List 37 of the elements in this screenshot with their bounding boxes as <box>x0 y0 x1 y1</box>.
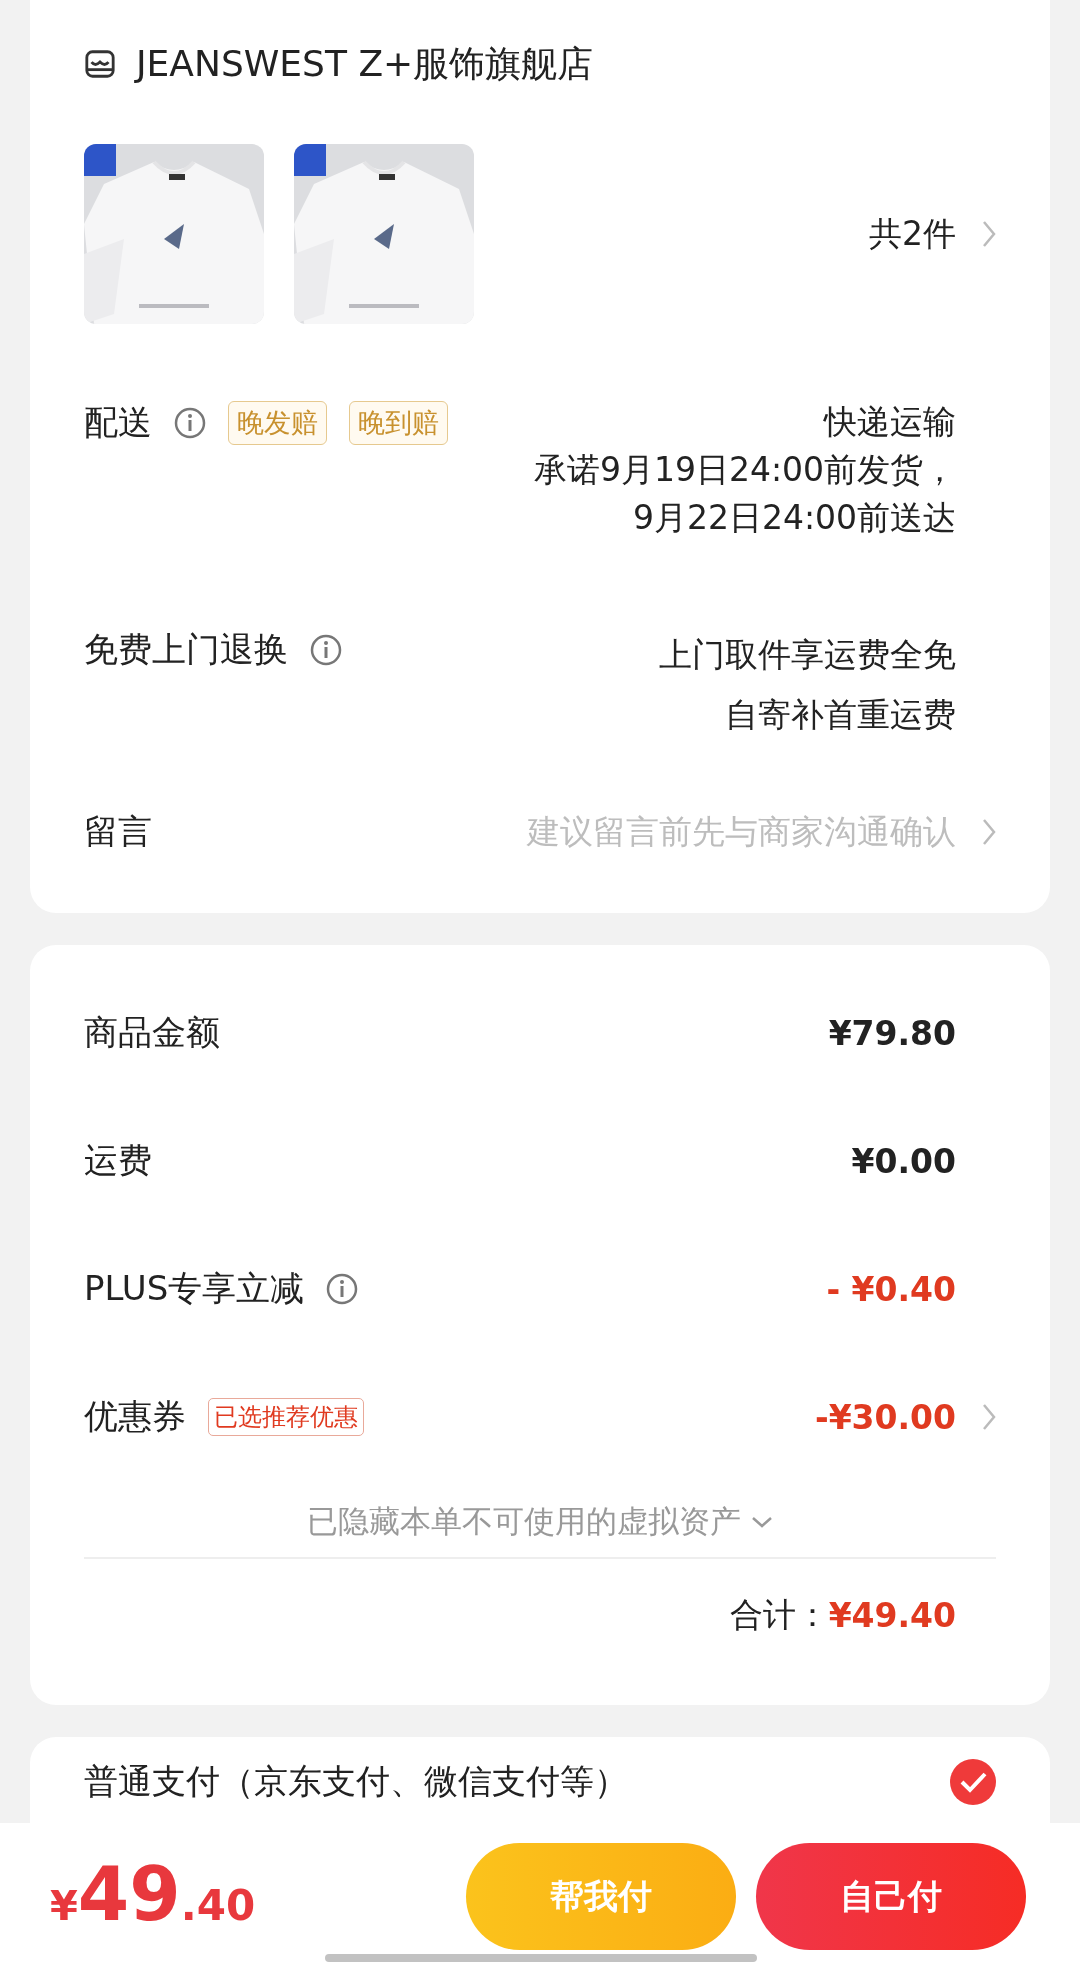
return-policy: 上门取件享运费全免 <box>659 634 956 676</box>
row-label: 商品金额 <box>84 1011 220 1054</box>
total-label: 合计： <box>729 1593 829 1636</box>
info-icon[interactable] <box>174 407 206 439</box>
hidden-assets-link[interactable]: 已隐藏本单不可使用的虚拟资产 <box>307 1501 741 1543</box>
currency-sign: ¥ <box>50 1883 78 1929</box>
info-icon[interactable] <box>310 634 342 666</box>
return-policy: 自寄补首重运费 <box>724 694 956 736</box>
price-value: - ¥0.40 <box>826 1269 956 1309</box>
store-name: JEANSWEST Z+服饰旗舰店 <box>136 41 594 86</box>
row-label: 留言 <box>84 810 152 853</box>
payment-option[interactable]: 普通支付（京东支付、微信支付等） <box>84 1759 628 1805</box>
item-count: 共2件 <box>869 212 956 255</box>
price-value: ¥0.00 <box>851 1141 956 1181</box>
price-decimal: .40 <box>180 1881 256 1930</box>
message-field[interactable]: 建议留言前先与商家沟通确认 <box>527 809 956 855</box>
radio-checked-icon[interactable] <box>950 1759 996 1805</box>
row-label: 配送 <box>84 401 152 444</box>
row-label: PLUS专享立减 <box>84 1267 305 1310</box>
shop-icon <box>84 48 116 80</box>
help-pay-button[interactable]: 帮我付 <box>466 1843 736 1950</box>
total-value: ¥49.40 <box>828 1595 956 1635</box>
price-integer: 49 <box>77 1851 181 1937</box>
row-label: 免费上门退换 <box>84 628 288 671</box>
row-label: 优惠券 <box>84 1395 186 1438</box>
coupon-tag: 已选推荐优惠 <box>208 1398 364 1436</box>
delivery-promise: 9月22日24:00前送达 <box>631 497 956 539</box>
delivery-promise: 承诺9月19日24:00前发货， <box>533 449 956 491</box>
guarantee-tag: 晚到赔 <box>349 401 448 445</box>
row-label: 运费 <box>84 1139 152 1182</box>
guarantee-tag: 晚发赔 <box>228 401 327 445</box>
price-value: ¥79.80 <box>828 1013 956 1053</box>
pay-button[interactable]: 自己付 <box>756 1843 1026 1950</box>
price-value: -¥30.00 <box>814 1397 956 1437</box>
shipping-method: 快递运输 <box>822 401 956 443</box>
chevron-down-icon[interactable] <box>751 1516 773 1528</box>
info-icon[interactable] <box>326 1273 359 1305</box>
